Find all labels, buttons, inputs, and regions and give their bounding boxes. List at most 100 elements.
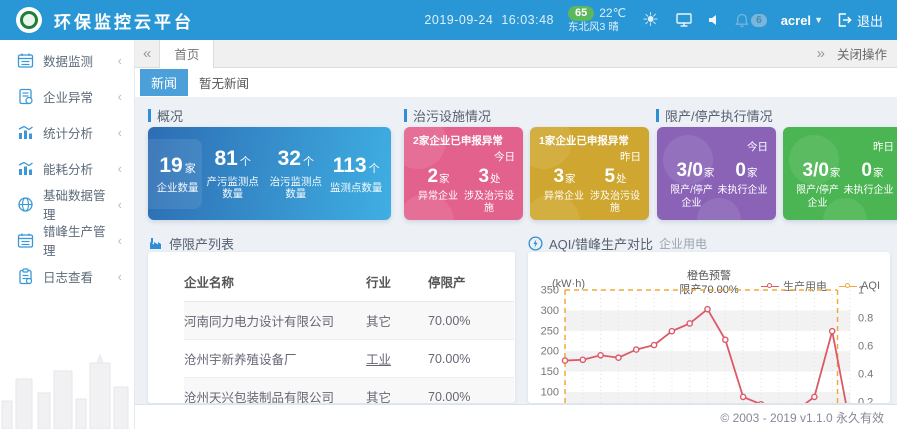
col-header-rate: 停限产 [428, 264, 514, 302]
bar-chart-icon [17, 124, 34, 141]
chart-section-title: AQI/错峰生产对比 [549, 234, 653, 253]
col-header-industry: 行业 [366, 264, 428, 302]
cell-rate: 70.00% [428, 340, 514, 378]
svg-text:0.4: 0.4 [858, 369, 873, 381]
bell-icon [735, 13, 749, 28]
sound-mute-icon[interactable] [707, 13, 721, 27]
stat-pollution-source-points: 81个 产污监测点数量 [204, 146, 262, 200]
log-icon [17, 268, 34, 285]
chart-section-subtitle: 企业用电 [659, 235, 707, 252]
svg-text:200: 200 [541, 346, 559, 358]
limit-exec-yesterday-card: 昨日 3/0家 0家 限产/停产企业 未执行企业 [783, 127, 897, 220]
report-icon [17, 88, 34, 105]
cell-rate: 70.00% [428, 378, 514, 404]
app-logo-icon [16, 7, 42, 33]
svg-text:1: 1 [858, 286, 864, 297]
table-row: 沧州宇新养殖设备厂 工业 70.00% [184, 340, 514, 378]
copyright-text: © 2003 - 2019 v1.1.0 永久有效 [720, 409, 884, 426]
sidebar-item-log-view[interactable]: 日志查看 ‹ [0, 258, 134, 294]
news-bar: 新闻 暂无新闻 [135, 68, 897, 97]
main-area: « 首页 » 关闭操作 新闻 暂无新闻 概况 治污设施情况 限产/停产执行情况 [135, 40, 897, 429]
stat-treatment-points: 32个 治污监测点数量 [267, 146, 325, 200]
logout-icon [837, 13, 852, 27]
cell-industry[interactable]: 工业 [366, 340, 428, 378]
tab-strip: « 首页 » 关闭操作 [135, 40, 897, 68]
logout-button[interactable]: 退出 [837, 11, 883, 30]
sidebar-item-data-monitoring[interactable]: 数据监测 ‹ [0, 42, 134, 78]
chevron-left-icon: ‹ [118, 125, 122, 140]
cell-industry: 其它 [366, 378, 428, 404]
scroll-tabs-left-icon[interactable]: « [135, 45, 159, 62]
pollution-abnormal-today-card: 2家企业已申报异常 今日 2家 3处 异常企业 涉及治污设施 [404, 127, 523, 220]
sidebar-item-statistics[interactable]: 统计分析 ‹ [0, 114, 134, 150]
line-chart: 35030025020015010010.80.60.40.2 [528, 286, 890, 403]
scroll-tabs-right-icon[interactable]: » [809, 45, 833, 62]
temperature-label: 22℃ [599, 6, 626, 21]
top-header: 环保监控云平台 2019-09-24 16:03:48 65 22℃ 东北风3 … [0, 0, 897, 40]
svg-text:100: 100 [541, 387, 559, 399]
dashboard-content: 概况 治污设施情况 限产/停产执行情况 19家 企业数量 81个 产污监测点数量 [135, 97, 897, 429]
limit-list-panel: 企业名称 行业 停限产 河南同力电力设计有限公司 其它 70.00% 沧州宇新养… [148, 252, 515, 403]
sidebar-item-energy-analysis[interactable]: 能耗分析 ‹ [0, 150, 134, 186]
chevron-down-icon: ▼ [814, 15, 823, 25]
bar-chart-icon [17, 160, 34, 177]
limit-list-title: 停限产列表 [169, 234, 234, 253]
cell-company-name: 沧州宇新养殖设备厂 [184, 340, 366, 378]
table-row: 河南同力电力设计有限公司 其它 70.00% [184, 302, 514, 340]
limit-list-table: 企业名称 行业 停限产 河南同力电力设计有限公司 其它 70.00% 沧州宇新养… [184, 264, 514, 403]
aqi-bolt-icon [528, 236, 543, 251]
chevron-left-icon: ‹ [118, 197, 122, 212]
cell-rate: 70.00% [428, 302, 514, 340]
section-title-production-limit: 限产/停产执行情况 [656, 106, 773, 125]
overview-card: 19家 企业数量 81个 产污监测点数量 32个 治污监测点数量 113个 监测… [148, 127, 391, 220]
news-tab[interactable]: 新闻 [140, 69, 188, 96]
close-operations-menu[interactable]: 关闭操作 [833, 44, 897, 63]
sidebar-item-enterprise-abnormal[interactable]: 企业异常 ‹ [0, 78, 134, 114]
svg-text:250: 250 [541, 325, 559, 337]
footer-bar: © 2003 - 2019 v1.1.0 永久有效 [135, 404, 897, 429]
tab-home[interactable]: 首页 [159, 40, 214, 68]
city-skyline-decoration [0, 349, 135, 429]
weather-widget: 65 22℃ 东北风3 晴 [568, 6, 626, 35]
stat-monitor-points: 113个 监测点数量 [330, 153, 383, 195]
aqi-value-badge: 65 [568, 6, 594, 22]
cell-company-name: 沧州天兴包装制品有限公司 [184, 378, 366, 404]
app-window: 环保监控云平台 2019-09-24 16:03:48 65 22℃ 东北风3 … [0, 0, 897, 429]
app-title: 环保监控云平台 [54, 8, 194, 33]
col-header-name: 企业名称 [184, 264, 366, 302]
news-content: 暂无新闻 [199, 73, 249, 92]
factory-icon [148, 236, 163, 251]
fullscreen-monitor-icon[interactable] [675, 12, 693, 28]
chevron-left-icon: ‹ [118, 233, 122, 248]
globe-icon [17, 196, 34, 213]
svg-text:350: 350 [541, 286, 559, 297]
sidebar-nav: 数据监测 ‹ 企业异常 ‹ 统计分析 ‹ 能耗分析 ‹ 基础数据管理 ‹ 错峰生… [0, 40, 135, 429]
cell-industry: 其它 [366, 302, 428, 340]
cell-company-name: 河南同力电力设计有限公司 [184, 302, 366, 340]
weather-condition-label: 晴 [608, 21, 619, 33]
stat-enterprise-count: 19家 企业数量 [157, 153, 199, 195]
user-menu[interactable]: acrel▼ [781, 13, 823, 28]
svg-text:0.8: 0.8 [858, 313, 873, 325]
section-title-pollution-control: 治污设施情况 [404, 106, 656, 125]
svg-text:0.6: 0.6 [858, 341, 873, 353]
svg-text:0.2: 0.2 [858, 397, 873, 404]
sun-weather-icon: ☀ [642, 9, 659, 32]
limit-exec-today-card: 今日 3/0家 0家 限产/停产企业 未执行企业 [657, 127, 776, 220]
calendar-icon [17, 232, 34, 249]
chevron-left-icon: ‹ [118, 89, 122, 104]
pollution-abnormal-yesterday-card: 1家企业已申报异常 昨日 3家 5处 异常企业 涉及治污设施 [530, 127, 649, 220]
notification-bell[interactable]: 6 [735, 13, 767, 28]
sidebar-item-basic-data[interactable]: 基础数据管理 ‹ [0, 186, 134, 222]
wind-label: 东北风3 [568, 21, 605, 33]
chevron-left-icon: ‹ [118, 53, 122, 68]
notification-count-badge: 6 [751, 14, 767, 27]
aqi-chart-panel: (kW·h) 橙色预警 限产70.00% 生产用电 AQI [528, 252, 890, 403]
section-title-overview: 概况 [148, 106, 404, 125]
header-datetime: 2019-09-24 16:03:48 [424, 13, 554, 27]
calendar-icon [17, 52, 34, 69]
chevron-left-icon: ‹ [118, 161, 122, 176]
svg-text:300: 300 [541, 305, 559, 317]
chevron-left-icon: ‹ [118, 269, 122, 284]
sidebar-item-staggered-production[interactable]: 错峰生产管理 ‹ [0, 222, 134, 258]
